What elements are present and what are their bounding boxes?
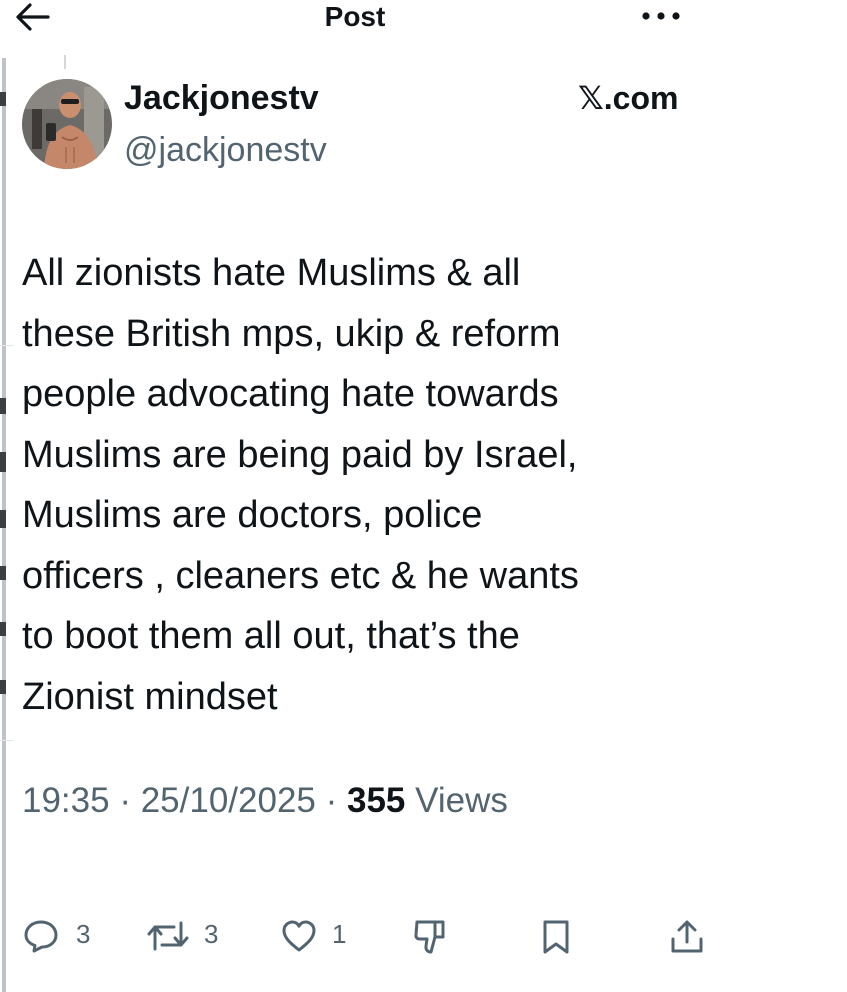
- left-edge-divider: [0, 345, 14, 346]
- page-title: Post: [324, 1, 386, 32]
- repost-count: 3: [204, 919, 219, 949]
- meta-separator: ·: [315, 781, 347, 820]
- post-meta: 19:35 · 25/10/2025 · 355 Views: [22, 778, 508, 824]
- x-watermark: 𝕏.com: [578, 78, 678, 118]
- left-edge-fragment: [0, 92, 6, 106]
- bookmark-icon: [543, 920, 569, 954]
- left-edge-fragment: [0, 398, 6, 414]
- views-label: Views: [405, 781, 508, 820]
- heart-icon: [282, 920, 316, 952]
- arrow-left-icon: [16, 3, 50, 31]
- post-detail-page: Post Jackjonestv @jackjonestv 𝕏.com All …: [0, 0, 847, 992]
- avatar-photo: [22, 79, 112, 169]
- left-edge-fragment: [0, 510, 6, 528]
- more-button[interactable]: [636, 4, 686, 28]
- author-display-name[interactable]: Jackjonestv: [124, 76, 319, 120]
- left-edge-divider: [0, 740, 14, 741]
- post-text: All zionists hate Muslims & all these Br…: [22, 252, 579, 718]
- dislike-button[interactable]: [410, 908, 454, 964]
- author-handle[interactable]: @jackjonestv: [124, 128, 327, 172]
- x-logo-mark: 𝕏: [578, 79, 604, 117]
- post-date[interactable]: 25/10/2025: [141, 781, 316, 820]
- meta-separator: ·: [109, 781, 141, 820]
- post-time[interactable]: 19:35: [22, 781, 110, 820]
- avatar[interactable]: [22, 79, 112, 169]
- thread-line-fragment: [64, 55, 66, 69]
- reply-icon: [24, 920, 58, 953]
- more-horizontal-icon: [642, 12, 680, 20]
- top-bar: Post: [0, 0, 847, 34]
- left-edge-fragment: [0, 622, 6, 636]
- views-count: 355: [346, 781, 406, 820]
- left-edge-fragment: [0, 566, 6, 580]
- share-button[interactable]: [668, 908, 708, 964]
- reply-count: 3: [76, 919, 91, 949]
- share-icon: [671, 920, 703, 953]
- thumbs-down-icon: [414, 920, 445, 954]
- left-edge-fragment: [0, 680, 6, 694]
- action-bar: 3 3 1: [0, 908, 847, 964]
- repost-icon: [147, 921, 189, 951]
- bookmark-button[interactable]: [538, 908, 578, 964]
- repost-button[interactable]: 3: [146, 908, 236, 964]
- back-button[interactable]: [14, 2, 50, 32]
- x-watermark-domain: .com: [603, 80, 679, 116]
- like-count: 1: [332, 919, 347, 949]
- like-button[interactable]: 1: [280, 908, 360, 964]
- left-edge-fragment: [0, 452, 6, 472]
- reply-button[interactable]: 3: [22, 908, 102, 964]
